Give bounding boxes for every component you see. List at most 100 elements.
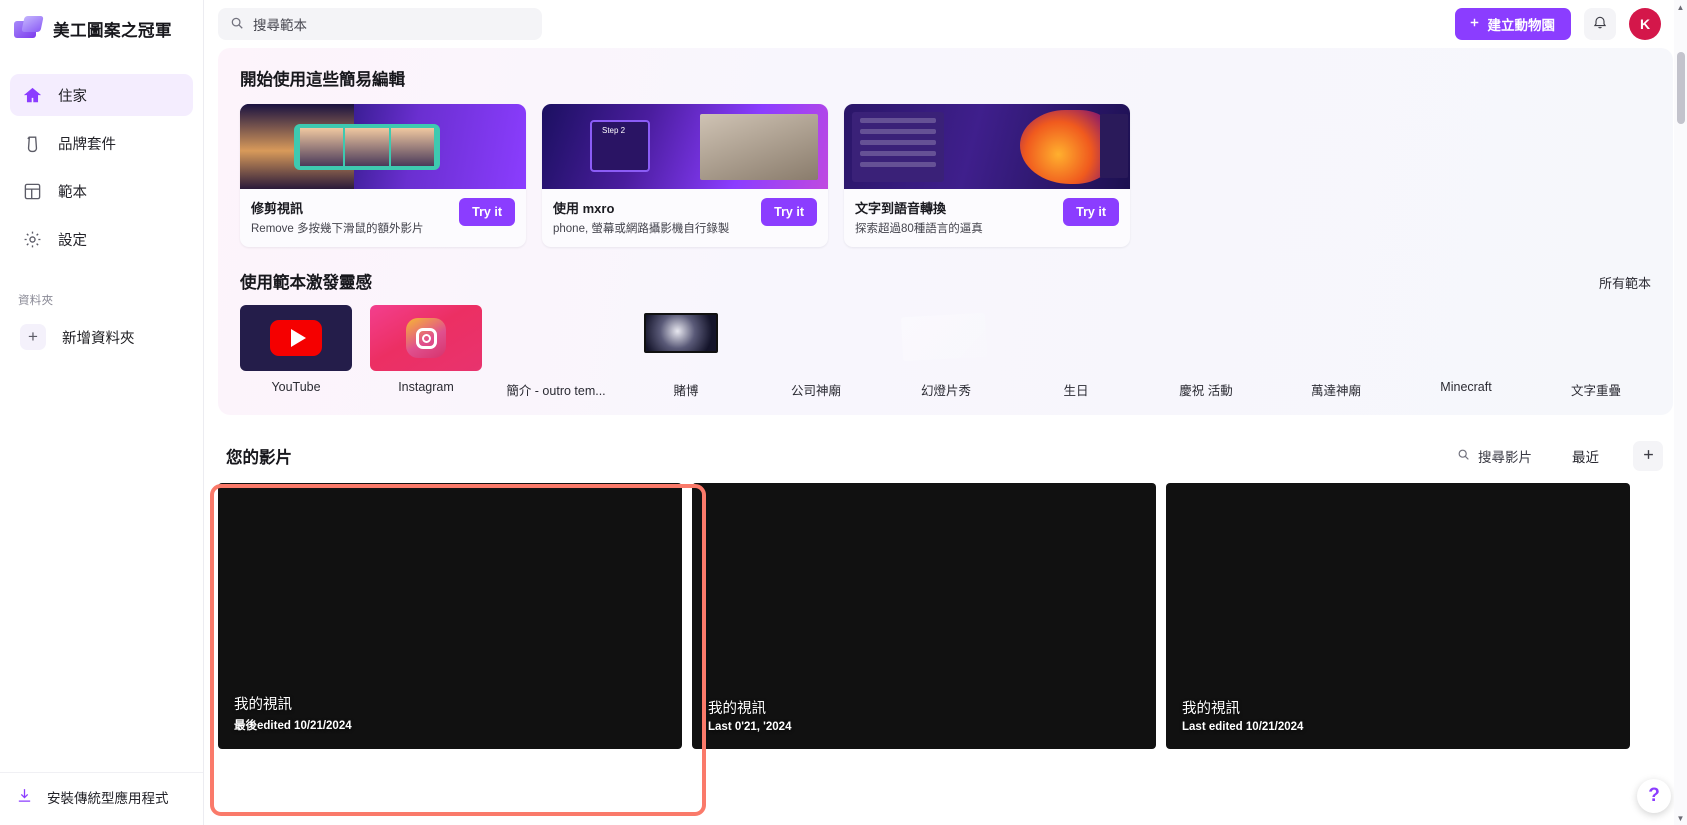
sidebar-item-brand-kit[interactable]: 品牌套件 — [10, 122, 193, 164]
add-video-button[interactable] — [1633, 441, 1663, 471]
template-thumbnail — [1020, 305, 1132, 371]
app-root: 美工圖案之冠軍 住家 品牌套件 範本 設定 資料夾 + 新增資料夾 安裝傳統型應… — [0, 0, 1687, 825]
template-thumbnail: › — [1540, 305, 1652, 371]
video-card[interactable]: PARAISO SUBSCRIBE NOW 我的視訊 最後edited 10/2… — [218, 483, 682, 749]
template-thumbnail — [240, 305, 352, 371]
quick-edit-title: 使用 mxro — [553, 201, 615, 216]
template-card-youtube[interactable]: YouTube — [240, 305, 352, 394]
template-card-text-overlay[interactable]: › 文字重疊 — [1540, 305, 1652, 399]
video-date: Last edited 10/21/2024 — [1182, 721, 1304, 733]
template-card-slideshow[interactable]: 幻燈片秀 — [890, 305, 1002, 399]
quick-edits-title: 開始使用這些簡易編輯 — [240, 71, 405, 89]
sort-select[interactable]: 最近 — [1542, 440, 1633, 472]
templates-grid-icon — [22, 181, 42, 201]
quick-edit-subtitle: 探索超過80種語言的逼真 — [855, 223, 983, 235]
video-name: 我的視訊 — [234, 697, 292, 713]
videos-row: PARAISO SUBSCRIBE NOW 我的視訊 最後edited 10/2… — [218, 483, 1673, 749]
search-templates-placeholder: 搜尋範本 — [253, 18, 307, 33]
video-card[interactable]: PRESS 2P STAR-T' 我的視訊 Last 0'21, '2024 — [692, 483, 1156, 749]
add-folder-button[interactable]: + 新增資料夾 — [10, 316, 193, 358]
folders-section-label: 資料夾 — [18, 295, 54, 307]
main-content: 搜尋範本 建立動物園 K 開始使用這些簡易編輯 修剪視訊 Remove 多按幾下… — [204, 0, 1687, 825]
template-thumbnail — [370, 305, 482, 371]
template-card-instagram[interactable]: Instagram — [370, 305, 482, 394]
caret-up-icon[interactable]: ▲ — [1674, 0, 1687, 14]
template-thumbnail — [630, 305, 742, 371]
avatar[interactable]: K — [1629, 8, 1661, 40]
template-label: 生日 — [1063, 384, 1089, 398]
sidebar-item-label: 品牌套件 — [58, 136, 116, 153]
template-thumbnail: CHANNEL CHANNEL NAME NAME — [500, 305, 612, 371]
template-label: Minecraft — [1440, 380, 1492, 394]
sidebar-item-label: 範本 — [58, 184, 87, 201]
try-it-button[interactable]: Try it — [1063, 198, 1119, 226]
plus-icon — [1468, 16, 1481, 32]
avatar-initial: K — [1639, 16, 1651, 32]
template-label: YouTube — [271, 380, 321, 394]
try-it-button[interactable]: Try it — [459, 198, 515, 226]
quick-edit-card[interactable]: Step 2 使用 mxro phone, 螢幕或網路攝影機自行錄製 Try i… — [542, 104, 828, 247]
template-thumbnail — [1410, 305, 1522, 371]
search-videos-input[interactable]: 搜尋影片 — [1447, 440, 1542, 472]
video-name: 我的視訊 — [1182, 701, 1240, 717]
video-meta: 我的視訊 Last 0'21, '2024 — [708, 697, 791, 733]
your-videos-header: 您的影片 搜尋影片 最近 — [218, 429, 1673, 483]
video-card[interactable]: RIS E 我的視訊 Last edited 10/21/2024 — [1166, 483, 1630, 749]
sidebar-item-label: 設定 — [58, 232, 87, 249]
sidebar-item-templates[interactable]: 範本 — [10, 170, 193, 212]
scrollbar-thumb[interactable] — [1677, 52, 1685, 124]
quick-edits-row: 修剪視訊 Remove 多按幾下滑鼠的額外影片 Try it Step 2 使用… — [240, 104, 1651, 247]
vertical-scrollbar[interactable]: ▲ ▼ — [1674, 0, 1687, 825]
top-bar: 搜尋範本 建立動物園 K — [204, 0, 1687, 48]
template-label: 幻燈片秀 — [920, 384, 971, 398]
quick-edit-card[interactable]: 文字到語音轉換 探索超過80種語言的逼真 Try it — [844, 104, 1130, 247]
create-button[interactable]: 建立動物園 — [1454, 8, 1571, 40]
home-icon — [22, 85, 42, 105]
template-card-corporate[interactable]: 公司神廟 — [760, 305, 872, 399]
template-card-minecraft[interactable]: Minecraft — [1410, 305, 1522, 394]
all-templates-link[interactable]: 所有範本 — [1599, 273, 1651, 292]
sidebar-item-label: 住家 — [58, 88, 87, 105]
video-date: Last 0'21, '2024 — [708, 721, 792, 733]
install-desktop-app-label: 安裝傳統型應用程式 — [47, 791, 169, 806]
template-card-celebration[interactable]: 慶祝 活動 — [1150, 305, 1262, 399]
template-label: 慶祝 活動 — [1179, 384, 1233, 398]
help-button[interactable]: ? — [1637, 779, 1671, 813]
gear-icon — [22, 229, 42, 249]
try-it-button[interactable]: Try it — [761, 198, 817, 226]
quick-edit-thumbnail: Step 2 — [542, 104, 828, 189]
brand[interactable]: 美工圖案之冠軍 — [0, 0, 203, 58]
template-card-halloween[interactable]: 萬達神廟 — [1280, 305, 1392, 399]
discovery-panel: 開始使用這些簡易編輯 修剪視訊 Remove 多按幾下滑鼠的額外影片 Try i… — [218, 48, 1673, 415]
template-thumbnail — [1280, 305, 1392, 371]
plus-icon — [1641, 446, 1656, 467]
add-folder-label: 新增資料夾 — [62, 330, 135, 347]
template-label: 文字重疊 — [1570, 384, 1621, 398]
template-card-birthday[interactable]: 生日 — [1020, 305, 1132, 399]
install-desktop-app-button[interactable]: 安裝傳統型應用程式 — [0, 772, 203, 825]
template-label: 賭博 — [673, 384, 699, 398]
video-name: 我的視訊 — [708, 701, 766, 717]
template-card-intro-outro[interactable]: CHANNEL CHANNEL NAME NAME 簡介 - outro tem… — [500, 305, 612, 399]
sidebar-item-home[interactable]: 住家 — [10, 74, 193, 116]
notifications-button[interactable] — [1584, 8, 1616, 40]
clapperboard-icon — [14, 16, 44, 42]
top-bar-actions: 建立動物園 K — [1454, 8, 1661, 40]
search-templates-input[interactable]: 搜尋範本 — [218, 8, 542, 40]
sidebar-item-settings[interactable]: 設定 — [10, 218, 193, 260]
caret-down-icon[interactable]: ▼ — [1674, 811, 1687, 825]
quick-edit-thumbnail — [844, 104, 1130, 189]
template-card-gaming[interactable]: 賭博 — [630, 305, 742, 399]
quick-edit-card[interactable]: 修剪視訊 Remove 多按幾下滑鼠的額外影片 Try it — [240, 104, 526, 247]
create-button-label: 建立動物園 — [1487, 18, 1556, 33]
question-mark-icon: ? — [1648, 785, 1660, 806]
quick-edit-subtitle: Remove 多按幾下滑鼠的額外影片 — [251, 223, 424, 235]
brand-kit-icon — [22, 133, 42, 153]
template-label: 簡介 - outro tem... — [506, 384, 606, 398]
your-videos-section: 您的影片 搜尋影片 最近 我的視訊 最後edited 10/21/2024 我的… — [218, 429, 1673, 749]
templates-header: 使用範本激發靈感 所有範本 — [240, 269, 1651, 293]
plus-icon: + — [20, 324, 46, 350]
sidebar-nav: 住家 品牌套件 範本 設定 — [0, 74, 203, 266]
templates-row: YouTube Instagram CHANNEL CHANNEL NAME — [240, 305, 1651, 399]
search-videos-placeholder: 搜尋影片 — [1478, 450, 1532, 465]
